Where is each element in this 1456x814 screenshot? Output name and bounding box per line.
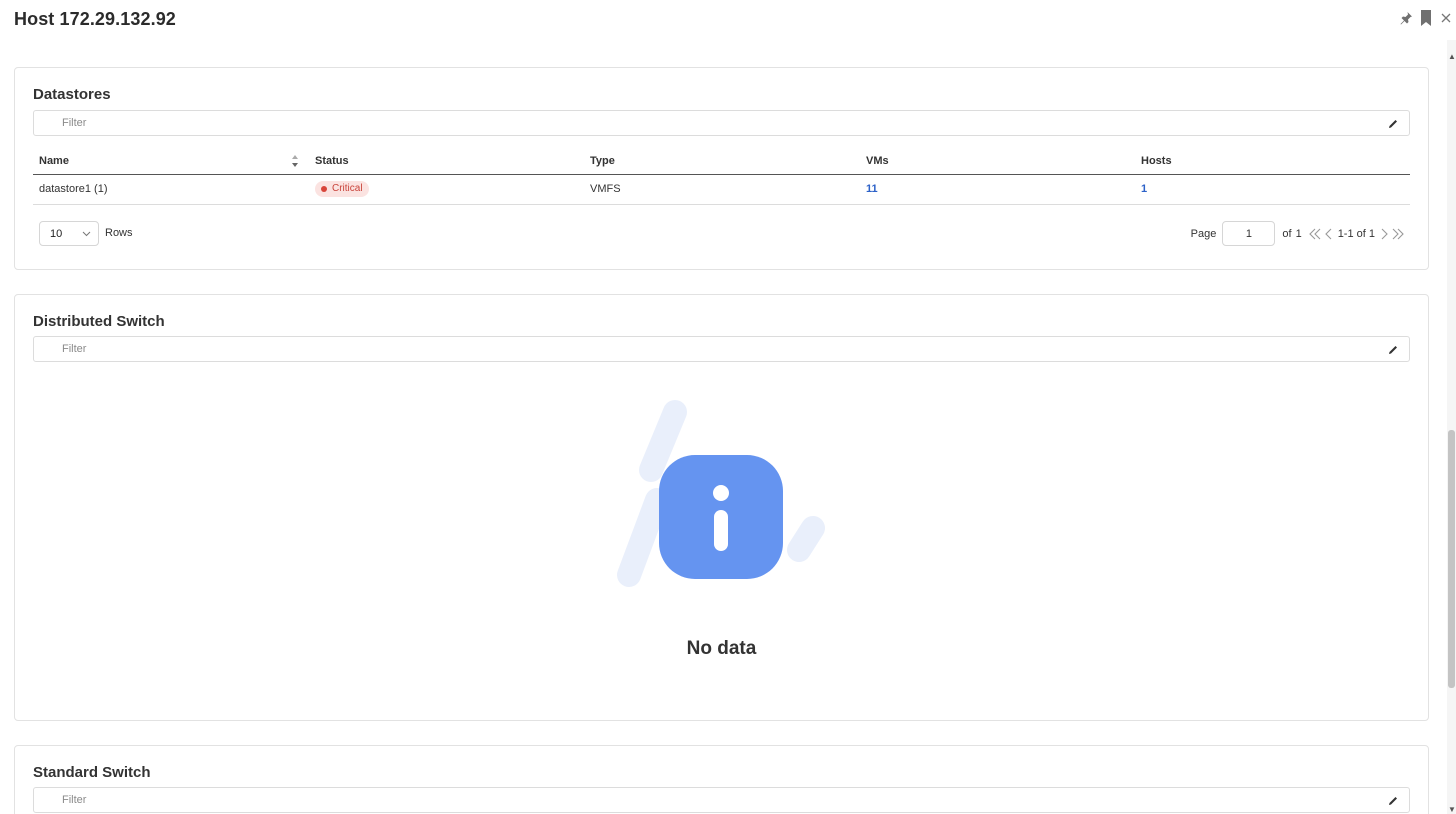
column-header-label: Name [39,154,69,167]
rows-per-page-value: 10 [50,228,63,240]
edit-icon[interactable] [1387,343,1399,355]
page-range: 1-1 of 1 [1337,227,1375,240]
critical-dot-icon [321,186,327,192]
first-page-icon[interactable] [1308,226,1322,242]
standard-switch-panel: Standard Switch [14,745,1429,814]
scroll-up-arrow-icon[interactable]: ▲ [1448,52,1456,61]
distributed-switch-title: Distributed Switch [33,313,165,330]
edit-icon[interactable] [1387,117,1399,129]
vertical-scrollbar[interactable]: ▲ ▼ [1447,40,1456,814]
vms-count-link[interactable]: 11 [866,183,878,195]
distributed-switch-filter-input[interactable] [35,338,1365,360]
next-page-icon[interactable] [1377,226,1391,242]
status-badge: Critical [315,181,369,197]
bookmark-icon[interactable] [1418,9,1434,27]
previous-page-icon[interactable] [1322,226,1336,242]
standard-switch-title: Standard Switch [33,764,151,781]
datastore-name-cell: datastore1 (1) [33,174,309,205]
total-pages: 1 [1295,227,1302,240]
datastores-filter-input[interactable] [35,112,1365,134]
page-number-input[interactable] [1222,221,1276,246]
rows-per-page-select[interactable]: 10 [39,221,99,246]
standard-switch-filter [33,787,1410,813]
page-label: Page [1190,227,1217,240]
status-badge-label: Critical [332,183,363,194]
column-header-vms[interactable]: VMs [860,148,1135,175]
pin-icon[interactable] [1398,9,1414,27]
table-row[interactable]: datastore1 (1) Critical VMFS 11 1 [33,174,1410,205]
no-data-message: No data [686,638,757,659]
info-icon [617,400,825,587]
hosts-count-link[interactable]: 1 [1141,183,1147,195]
distributed-switch-filter [33,336,1410,362]
pagination: Page of 1 1-1 of 1 [1191,221,1405,246]
panel-header: Host 172.29.132.92 [0,0,1456,40]
datastores-title: Datastores [33,86,111,103]
datastores-panel: Datastores Name Status Type VMs Hosts da… [14,67,1429,270]
column-header-name[interactable]: Name [33,148,309,175]
vms-cell: 11 [860,174,1135,205]
column-header-status[interactable]: Status [309,148,584,175]
scroll-down-arrow-icon[interactable]: ▼ [1448,805,1456,814]
datastores-table: Name Status Type VMs Hosts datastore1 (1… [33,148,1410,205]
edit-icon[interactable] [1387,794,1399,806]
datastores-filter [33,110,1410,136]
status-cell: Critical [309,174,584,205]
page-title: Host 172.29.132.92 [14,9,176,29]
close-icon[interactable] [1438,9,1454,27]
chevron-down-icon [82,231,91,237]
standard-switch-filter-input[interactable] [35,789,1365,811]
rows-label: Rows [105,227,133,239]
sort-icon[interactable] [291,155,299,167]
column-header-type[interactable]: Type [584,148,860,175]
table-header-row: Name Status Type VMs Hosts [33,148,1410,175]
type-cell: VMFS [584,174,860,205]
column-header-hosts[interactable]: Hosts [1135,148,1410,175]
hosts-cell: 1 [1135,174,1410,205]
last-page-icon[interactable] [1391,226,1405,242]
header-actions [1398,9,1454,27]
scrollbar-thumb[interactable] [1448,430,1455,688]
of-label: of [1282,227,1292,240]
distributed-switch-panel: Distributed Switch No data [14,294,1429,721]
